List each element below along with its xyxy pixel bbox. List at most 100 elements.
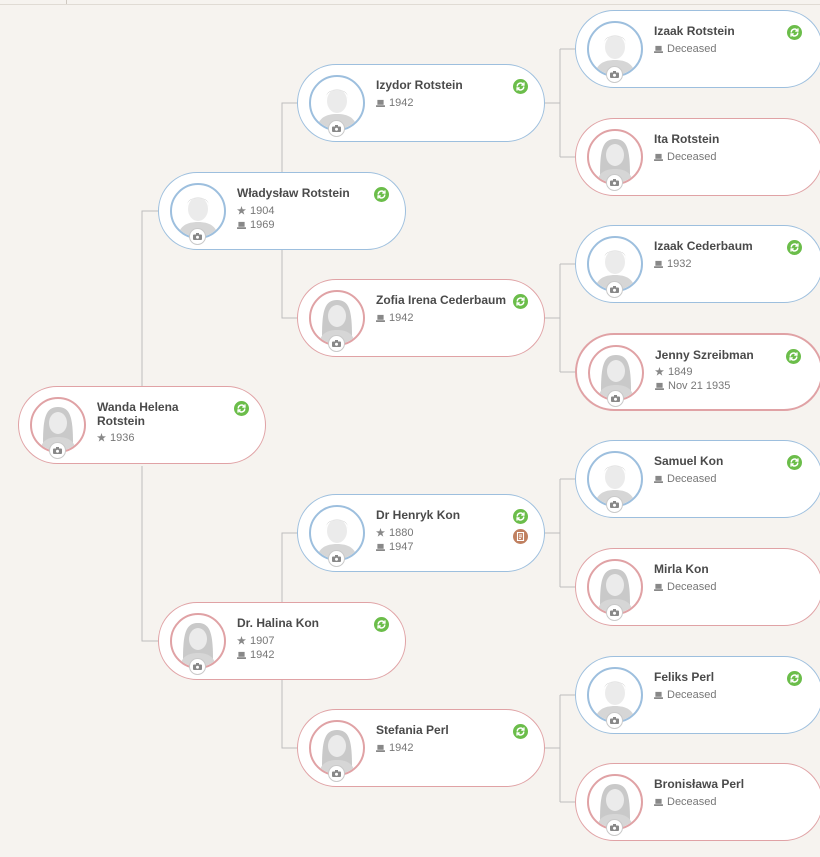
camera-icon[interactable] [606, 496, 623, 513]
tombstone-icon [376, 742, 385, 752]
camera-icon[interactable] [328, 335, 345, 352]
person-name[interactable]: Wanda Helena Rotstein [97, 400, 207, 428]
sync-icon[interactable] [374, 187, 389, 202]
person-name[interactable]: Dr. Halina Kon [237, 616, 377, 630]
death-info: Deceased [654, 150, 717, 164]
person-card-wladyslaw-rotstein[interactable]: Władysław Rotstein 1904 1969 [158, 172, 406, 250]
person-card-halina-kon[interactable]: Dr. Halina Kon 1907 1942 [158, 602, 406, 680]
person-card-mirla-kon[interactable]: Mirla Kon Deceased [575, 548, 820, 626]
camera-icon[interactable] [189, 658, 206, 675]
person-name[interactable]: Władysław Rotstein [237, 186, 377, 200]
person-card-izaak-cederbaum[interactable]: Izaak Cederbaum 1932 [575, 225, 820, 303]
sync-icon[interactable] [513, 509, 528, 524]
connector-father-izydor [281, 102, 297, 172]
sync-icon[interactable] [374, 617, 389, 632]
death-info: 1932 [654, 257, 691, 271]
connector-stefania-parents [543, 694, 575, 803]
person-name[interactable]: Ita Rotstein [654, 132, 794, 146]
camera-icon[interactable] [189, 228, 206, 245]
person-card-jenny-szreibman[interactable]: Jenny Szreibman 1849 Nov 21 1935 [575, 333, 820, 411]
sync-icon[interactable] [787, 455, 802, 470]
birth-info: 1936 [97, 431, 134, 445]
person-card-feliks-perl[interactable]: Feliks Perl Deceased [575, 656, 820, 734]
tombstone-icon [237, 649, 246, 659]
tombstone-icon [376, 97, 385, 107]
tombstone-icon [654, 796, 663, 806]
person-name[interactable]: Izydor Rotstein [376, 78, 516, 92]
death-info: Deceased [654, 580, 717, 594]
connector-root-mother [141, 466, 158, 642]
person-card-bronislawa-perl[interactable]: Bronisława Perl Deceased [575, 763, 820, 841]
camera-icon[interactable] [49, 442, 66, 459]
sync-icon[interactable] [787, 25, 802, 40]
death-info: 1942 [376, 96, 413, 110]
sync-icon[interactable] [786, 349, 801, 364]
star-icon [376, 527, 385, 537]
person-name[interactable]: Mirla Kon [654, 562, 794, 576]
camera-icon[interactable] [328, 765, 345, 782]
connector-father-zofia [281, 250, 297, 319]
connector-mother-henryk [281, 532, 297, 602]
person-name[interactable]: Jenny Szreibman [655, 348, 795, 362]
connector-root-father [141, 210, 158, 386]
tombstone-icon [376, 312, 385, 322]
tombstone-icon [654, 258, 663, 268]
death-info: 1942 [237, 648, 274, 662]
camera-icon[interactable] [606, 819, 623, 836]
star-icon [237, 635, 246, 645]
star-icon [97, 432, 106, 442]
connector-mother-stefania [281, 680, 297, 749]
person-card-zofia-irena-cederbaum[interactable]: Zofia Irena Cederbaum 1942 [297, 279, 545, 357]
tombstone-icon [654, 689, 663, 699]
birth-info: 1849 [655, 365, 692, 379]
connector-izydor-parents [543, 48, 575, 158]
person-card-stefania-perl[interactable]: Stefania Perl 1942 [297, 709, 545, 787]
death-info: Nov 21 1935 [655, 379, 730, 393]
death-info: 1947 [376, 540, 413, 554]
camera-icon[interactable] [328, 550, 345, 567]
tombstone-icon [655, 380, 664, 390]
star-icon [237, 205, 246, 215]
document-icon[interactable] [513, 529, 528, 544]
person-card-wanda-helena-rotstein[interactable]: Wanda Helena Rotstein 1936 [18, 386, 266, 464]
tombstone-icon [237, 219, 246, 229]
birth-info: 1880 [376, 526, 413, 540]
death-info: Deceased [654, 42, 717, 56]
camera-icon[interactable] [606, 604, 623, 621]
person-name[interactable]: Bronisława Perl [654, 777, 794, 791]
person-name[interactable]: Izaak Rotstein [654, 24, 794, 38]
person-card-ita-rotstein[interactable]: Ita Rotstein Deceased [575, 118, 820, 196]
death-info: 1942 [376, 311, 413, 325]
sync-icon[interactable] [513, 294, 528, 309]
sync-icon[interactable] [787, 240, 802, 255]
person-name[interactable]: Izaak Cederbaum [654, 239, 794, 253]
star-icon [655, 366, 664, 376]
connector-zofia-parents [543, 263, 575, 373]
person-name[interactable]: Dr Henryk Kon [376, 508, 516, 522]
person-name[interactable]: Stefania Perl [376, 723, 516, 737]
camera-icon[interactable] [606, 66, 623, 83]
sync-icon[interactable] [513, 724, 528, 739]
sync-icon[interactable] [513, 79, 528, 94]
tombstone-icon [654, 473, 663, 483]
person-name[interactable]: Samuel Kon [654, 454, 794, 468]
camera-icon[interactable] [606, 712, 623, 729]
camera-icon[interactable] [606, 281, 623, 298]
camera-icon[interactable] [328, 120, 345, 137]
person-card-izaak-rotstein[interactable]: Izaak Rotstein Deceased [575, 10, 820, 88]
birth-info: 1907 [237, 634, 274, 648]
tombstone-icon [654, 581, 663, 591]
person-name[interactable]: Feliks Perl [654, 670, 794, 684]
person-card-izydor-rotstein[interactable]: Izydor Rotstein 1942 [297, 64, 545, 142]
person-card-henryk-kon[interactable]: Dr Henryk Kon 1880 1947 [297, 494, 545, 572]
death-info: 1969 [237, 218, 274, 232]
camera-icon[interactable] [607, 390, 624, 407]
death-info: 1942 [376, 741, 413, 755]
connector-henryk-parents [543, 478, 575, 588]
person-name[interactable]: Zofia Irena Cederbaum [376, 293, 516, 307]
death-info: Deceased [654, 472, 717, 486]
camera-icon[interactable] [606, 174, 623, 191]
sync-icon[interactable] [234, 401, 249, 416]
sync-icon[interactable] [787, 671, 802, 686]
person-card-samuel-kon[interactable]: Samuel Kon Deceased [575, 440, 820, 518]
